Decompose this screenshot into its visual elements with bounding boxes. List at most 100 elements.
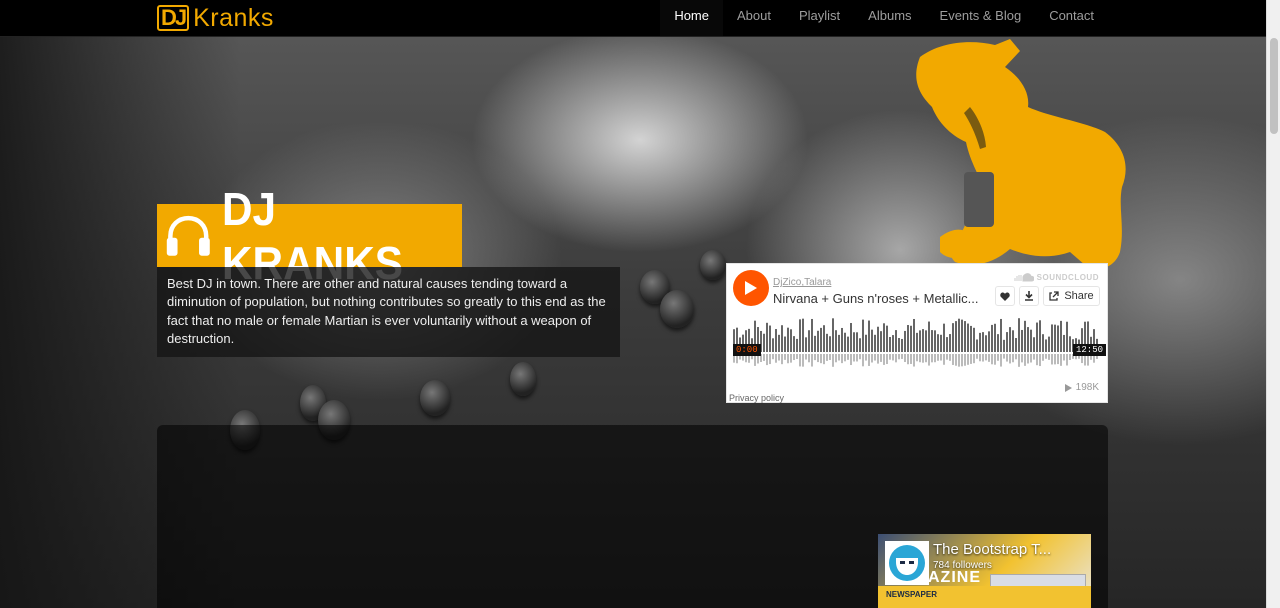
waveform-reflection-bar bbox=[985, 354, 987, 361]
waveform-bar bbox=[1066, 321, 1068, 352]
waveform-bar bbox=[1003, 339, 1005, 352]
waveform-bar bbox=[979, 332, 981, 352]
download-button[interactable] bbox=[1019, 286, 1039, 306]
waveform-bar bbox=[967, 323, 969, 352]
waveform-reflection-bar bbox=[976, 354, 978, 359]
nav-item-home[interactable]: Home bbox=[660, 0, 723, 36]
facebook-followers: 784 followers bbox=[933, 560, 992, 571]
facebook-page-widget[interactable]: AZINE NEWSPAPER The Bootstrap T... 784 f… bbox=[878, 534, 1091, 608]
waveform-bar bbox=[994, 323, 996, 352]
waveform-bar bbox=[1057, 325, 1059, 352]
nav-item-about[interactable]: About bbox=[723, 0, 785, 36]
waveform-reflection-bar bbox=[997, 354, 999, 361]
waveform-reflection-bar bbox=[907, 354, 909, 365]
waveform-bar bbox=[1012, 330, 1014, 352]
waveform-bar bbox=[934, 330, 936, 352]
waveform-bar bbox=[1039, 320, 1041, 352]
track-title[interactable]: Nirvana + Guns n'roses + Metallic... bbox=[773, 291, 988, 306]
waveform-bar bbox=[1018, 318, 1020, 352]
waveform-bar bbox=[1069, 336, 1071, 352]
nav-item-events-blog[interactable]: Events & Blog bbox=[926, 0, 1036, 36]
waveform-bar bbox=[1033, 337, 1035, 352]
waveform[interactable] bbox=[733, 316, 1101, 371]
play-button[interactable] bbox=[733, 270, 769, 306]
waveform-reflection-bar bbox=[808, 354, 810, 363]
waveform-bar bbox=[943, 323, 945, 352]
play-count: 198K bbox=[1064, 382, 1099, 393]
mixer-knob bbox=[420, 380, 450, 416]
waveform-reflection-bar bbox=[1051, 354, 1053, 365]
waveform-reflection-bar bbox=[790, 354, 792, 363]
waveform-reflection-bar bbox=[829, 354, 831, 360]
waveform-bar bbox=[1021, 329, 1023, 352]
like-button[interactable] bbox=[995, 286, 1015, 306]
waveform-bar bbox=[841, 327, 843, 352]
waveform-bar bbox=[856, 332, 858, 352]
waveform-bar bbox=[847, 336, 849, 352]
waveform-bar bbox=[1006, 332, 1008, 352]
waveform-bar bbox=[787, 327, 789, 352]
waveform-reflection-bar bbox=[970, 354, 972, 364]
waveform-bar bbox=[991, 324, 993, 352]
share-icon bbox=[1049, 291, 1059, 301]
waveform-bar bbox=[817, 330, 819, 352]
waveform-reflection-bar bbox=[1000, 354, 1002, 367]
waveform-reflection-bar bbox=[922, 354, 924, 363]
nav-item-contact[interactable]: Contact bbox=[1035, 0, 1108, 36]
waveform-reflection-bar bbox=[919, 354, 921, 363]
waveform-reflection-bar bbox=[1015, 354, 1017, 360]
heart-icon bbox=[1000, 292, 1010, 301]
waveform-bar bbox=[808, 330, 810, 352]
waveform-bar bbox=[982, 332, 984, 352]
waveform-reflection-bar bbox=[955, 354, 957, 366]
main-nav: Home About Playlist Albums Events & Blog… bbox=[660, 0, 1108, 36]
waveform-bar bbox=[895, 330, 897, 352]
waveform-reflection-bar bbox=[949, 354, 951, 361]
nav-item-albums[interactable]: Albums bbox=[854, 0, 925, 36]
facebook-page-name[interactable]: The Bootstrap T... bbox=[933, 541, 1051, 558]
waveform-reflection-bar bbox=[913, 354, 915, 367]
play-count-icon bbox=[1064, 383, 1072, 392]
waveform-reflection-bar bbox=[781, 354, 783, 365]
share-button[interactable]: Share bbox=[1043, 286, 1100, 306]
waveform-reflection-bar bbox=[1009, 354, 1011, 364]
waveform-reflection-bar bbox=[856, 354, 858, 362]
waveform-bar bbox=[766, 322, 768, 352]
waveform-bar bbox=[877, 326, 879, 352]
waveform-bar bbox=[811, 318, 813, 352]
waveform-bar bbox=[784, 336, 786, 352]
waveform-reflection-bar bbox=[934, 354, 936, 363]
waveform-bar bbox=[964, 321, 966, 352]
nav-item-playlist[interactable]: Playlist bbox=[785, 0, 854, 36]
waveform-reflection-bar bbox=[814, 354, 816, 361]
waveform-bar bbox=[859, 338, 861, 352]
scrollbar-thumb[interactable] bbox=[1270, 38, 1278, 134]
waveform-reflection-bar bbox=[1036, 354, 1038, 366]
waveform-bar bbox=[805, 337, 807, 352]
waveform-bar bbox=[913, 318, 915, 352]
share-label: Share bbox=[1064, 290, 1094, 302]
waveform-reflection-bar bbox=[931, 354, 933, 363]
brand-logo[interactable]: DJ Kranks bbox=[157, 3, 274, 33]
hero-description: Best DJ in town. There are other and nat… bbox=[157, 267, 620, 357]
page-scrollbar[interactable] bbox=[1266, 0, 1280, 608]
privacy-policy-link[interactable]: Privacy policy bbox=[729, 393, 784, 403]
soundcloud-logo-text: SOUNDCLOUD bbox=[1036, 273, 1099, 282]
waveform-reflection-bar bbox=[994, 354, 996, 365]
elapsed-time: 0:00 bbox=[733, 344, 761, 356]
waveform-reflection-bar bbox=[868, 354, 870, 366]
waveform-bar bbox=[1051, 324, 1053, 352]
waveform-bar bbox=[871, 329, 873, 352]
waveform-bar bbox=[952, 323, 954, 352]
waveform-bar bbox=[790, 329, 792, 352]
facebook-banner-small-text: NEWSPAPER bbox=[886, 590, 937, 599]
waveform-bar bbox=[919, 330, 921, 352]
track-artist-link[interactable]: DjZico,Talara bbox=[773, 277, 831, 288]
waveform-reflection-bar bbox=[964, 354, 966, 366]
soundcloud-logo[interactable]: SOUNDCLOUD bbox=[1014, 273, 1099, 282]
waveform-bar bbox=[1063, 334, 1065, 352]
facebook-page-avatar[interactable] bbox=[885, 541, 929, 585]
waveform-bar bbox=[865, 334, 867, 352]
waveform-reflection-bar bbox=[1063, 354, 1065, 361]
waveform-reflection-bar bbox=[904, 354, 906, 363]
